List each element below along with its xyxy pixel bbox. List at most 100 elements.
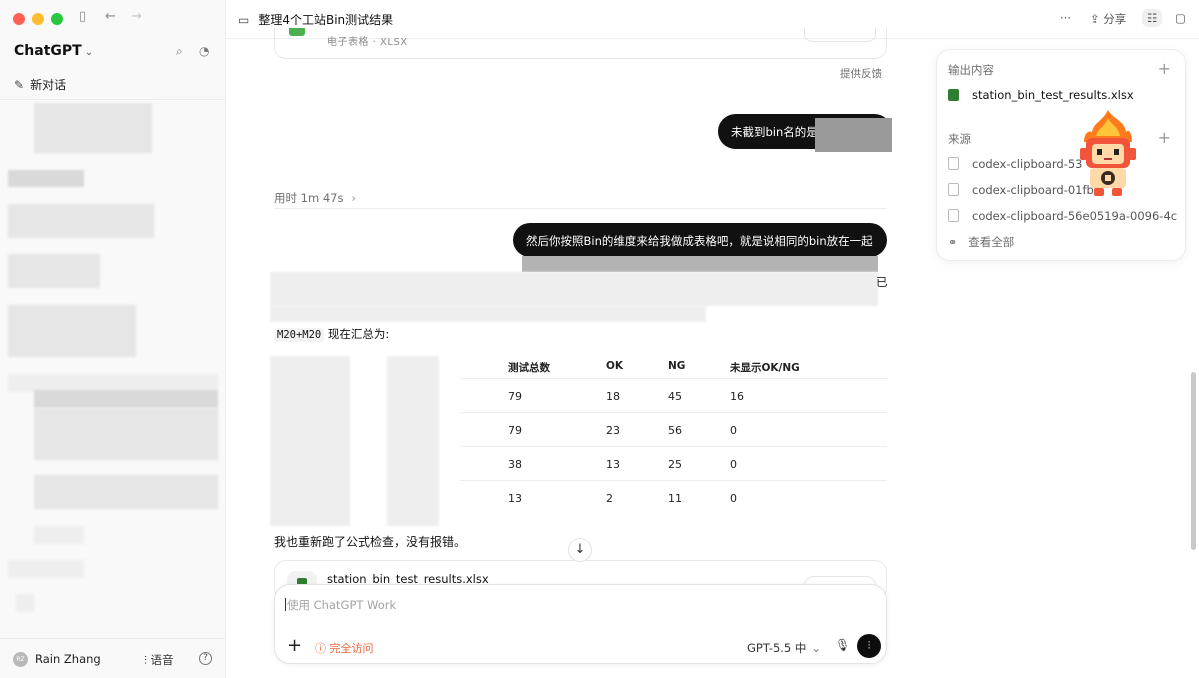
access-mode-label: 完全访问 — [329, 642, 374, 655]
add-source-icon[interactable]: + — [1158, 130, 1171, 146]
thinking-time[interactable]: 用时 1m 47s › — [274, 190, 356, 206]
search-icon[interactable]: ⌕ — [176, 44, 183, 59]
chevron-down-icon: ⌄ — [811, 641, 822, 655]
redacted-text — [522, 256, 878, 272]
forward-arrow-icon[interactable]: → — [131, 9, 142, 24]
scroll-down-button[interactable]: ↓ — [568, 538, 592, 562]
user-message: 然后你按照Bin的维度来给我做成表格吧，就是说相同的bin放在一起 — [513, 223, 887, 257]
table-cell: 79 — [508, 424, 522, 437]
output-file-item[interactable]: station_bin_test_results.xlsx — [948, 88, 1134, 102]
model-brand-selector[interactable]: ChatGPT ⌄ — [14, 43, 93, 59]
microphone-icon[interactable]: 🎙 — [835, 638, 850, 652]
document-icon — [948, 157, 959, 170]
redacted-item[interactable] — [8, 254, 100, 288]
back-arrow-icon[interactable]: ← — [105, 9, 116, 24]
redacted-item[interactable] — [8, 204, 154, 238]
redacted-item[interactable] — [8, 170, 84, 187]
voice-mode-button[interactable]: ⫶ — [857, 634, 881, 658]
bell-icon[interactable]: ◔ — [199, 44, 209, 58]
sidebar-toggle-icon[interactable]: ▯ — [79, 9, 86, 24]
table-cell: 2 — [606, 492, 613, 505]
compose-icon: ✎ — [14, 78, 25, 92]
time-divider — [274, 208, 887, 209]
redacted-text — [270, 272, 878, 306]
source-name: codex-clipboard-53 — [972, 157, 1083, 171]
sidebar: ▯ ← → ChatGPT ⌄ ⌕ ◔ ✎ 新对话 RZ Rain Zhang … — [0, 0, 226, 678]
table-cell: 18 — [606, 390, 620, 403]
table-divider — [460, 480, 887, 481]
add-output-icon[interactable]: + — [1158, 61, 1171, 77]
redacted-item[interactable] — [34, 390, 218, 408]
new-chat-button[interactable]: ✎ 新对话 — [14, 76, 66, 93]
composer[interactable]: 使用 ChatGPT Work + ⓘ 完全访问 GPT-5.5 中 ⌄ 🎙 ⫶ — [274, 584, 887, 664]
zoom-window-button[interactable] — [51, 13, 63, 25]
redacted-item[interactable] — [34, 408, 218, 460]
source-item[interactable]: codex-clipboard-53 — [948, 157, 1083, 171]
voice-label: 语音 — [150, 653, 174, 667]
table-cell: 0 — [730, 424, 737, 437]
minimize-window-button[interactable] — [32, 13, 44, 25]
table-cell: 23 — [606, 424, 620, 437]
user-message-text: 然后你按照Bin的维度来给我做成表格吧，就是说相同的bin放在一起 — [526, 234, 873, 248]
new-chat-label: 新对话 — [30, 78, 67, 92]
open-file-button[interactable] — [804, 28, 876, 42]
message-input[interactable]: 使用 ChatGPT Work — [285, 597, 396, 613]
redacted-item[interactable] — [8, 305, 136, 357]
table-cell: 11 — [668, 492, 682, 505]
redacted-item[interactable] — [8, 560, 84, 578]
table-divider — [460, 412, 887, 413]
table-header: 未显示OK/NG — [730, 362, 800, 374]
outputs-title: 输出内容 — [948, 63, 994, 77]
share-icon: ⇪ — [1090, 12, 1104, 26]
window-layout-icon[interactable]: ▢ — [1175, 11, 1186, 25]
source-item[interactable]: codex-clipboard-01fb — [948, 183, 1094, 197]
model-selector[interactable]: GPT-5.5 中 ⌄ — [747, 640, 821, 656]
redacted-item[interactable] — [34, 526, 84, 544]
model-label: GPT-5.5 中 — [747, 641, 807, 655]
table-cell: 56 — [668, 424, 682, 437]
outputs-panel-toggle-icon[interactable]: ☷ — [1142, 9, 1163, 27]
title-label: 整理4个工站Bin测试结果 — [258, 13, 394, 27]
output-file-name: station_bin_test_results.xlsx — [972, 88, 1134, 102]
chevron-down-icon: ⌄ — [84, 47, 94, 58]
redacted-item[interactable] — [16, 594, 34, 612]
document-icon — [948, 209, 959, 222]
text-fragment: 已 — [876, 275, 888, 289]
redacted-text — [815, 118, 892, 152]
redacted-item[interactable] — [34, 103, 152, 153]
scrollbar[interactable] — [1191, 372, 1196, 550]
warning-icon: ⓘ — [315, 642, 330, 655]
access-mode-button[interactable]: ⓘ 完全访问 — [315, 640, 374, 656]
source-name: codex-clipboard-56e0519a-0096-4c — [972, 209, 1178, 223]
brand-label: ChatGPT — [14, 43, 82, 59]
voice-button[interactable]: ⫶ 语音 — [144, 652, 174, 668]
thinking-time-label: 用时 1m 47s — [274, 191, 344, 205]
sources-title: 来源 — [948, 132, 971, 146]
view-all-label: 查看全部 — [968, 235, 1015, 249]
table-header: 测试总数 — [508, 362, 550, 374]
outputs-panel: 输出内容 + station_bin_test_results.xlsx 来源 … — [936, 49, 1186, 261]
user-message-text: 未截到bin名的是 — [731, 125, 818, 139]
view-all-sources-link[interactable]: ⚭ 查看全部 — [948, 234, 1014, 250]
previous-file-card[interactable]: 电子表格 · XLSX — [274, 28, 887, 59]
share-button[interactable]: ⇪ 分享 — [1090, 11, 1126, 27]
close-window-button[interactable] — [13, 13, 25, 25]
feedback-link[interactable]: 提供反馈 — [840, 66, 882, 81]
flame-mascot-icon[interactable] — [1076, 108, 1140, 200]
table-cell: 16 — [730, 390, 744, 403]
more-options-icon[interactable]: ··· — [1060, 11, 1071, 25]
summary-line: M20+M20 现在汇总为: — [274, 326, 389, 342]
add-attachment-icon[interactable]: + — [287, 637, 302, 655]
table-divider — [460, 378, 887, 379]
user-name[interactable]: Rain Zhang — [35, 652, 101, 666]
source-item[interactable]: codex-clipboard-56e0519a-0096-4c — [948, 209, 1177, 223]
folder-icon: ▭ — [238, 13, 250, 27]
spreadsheet-icon — [948, 89, 959, 101]
summary-text: 现在汇总为: — [327, 327, 390, 341]
redacted-item[interactable] — [34, 475, 218, 509]
share-label: 分享 — [1103, 12, 1127, 26]
avatar[interactable]: RZ — [13, 652, 28, 667]
inline-code: M20+M20 — [274, 328, 325, 342]
help-icon[interactable]: ? — [199, 652, 212, 665]
sidebar-divider — [0, 99, 226, 100]
